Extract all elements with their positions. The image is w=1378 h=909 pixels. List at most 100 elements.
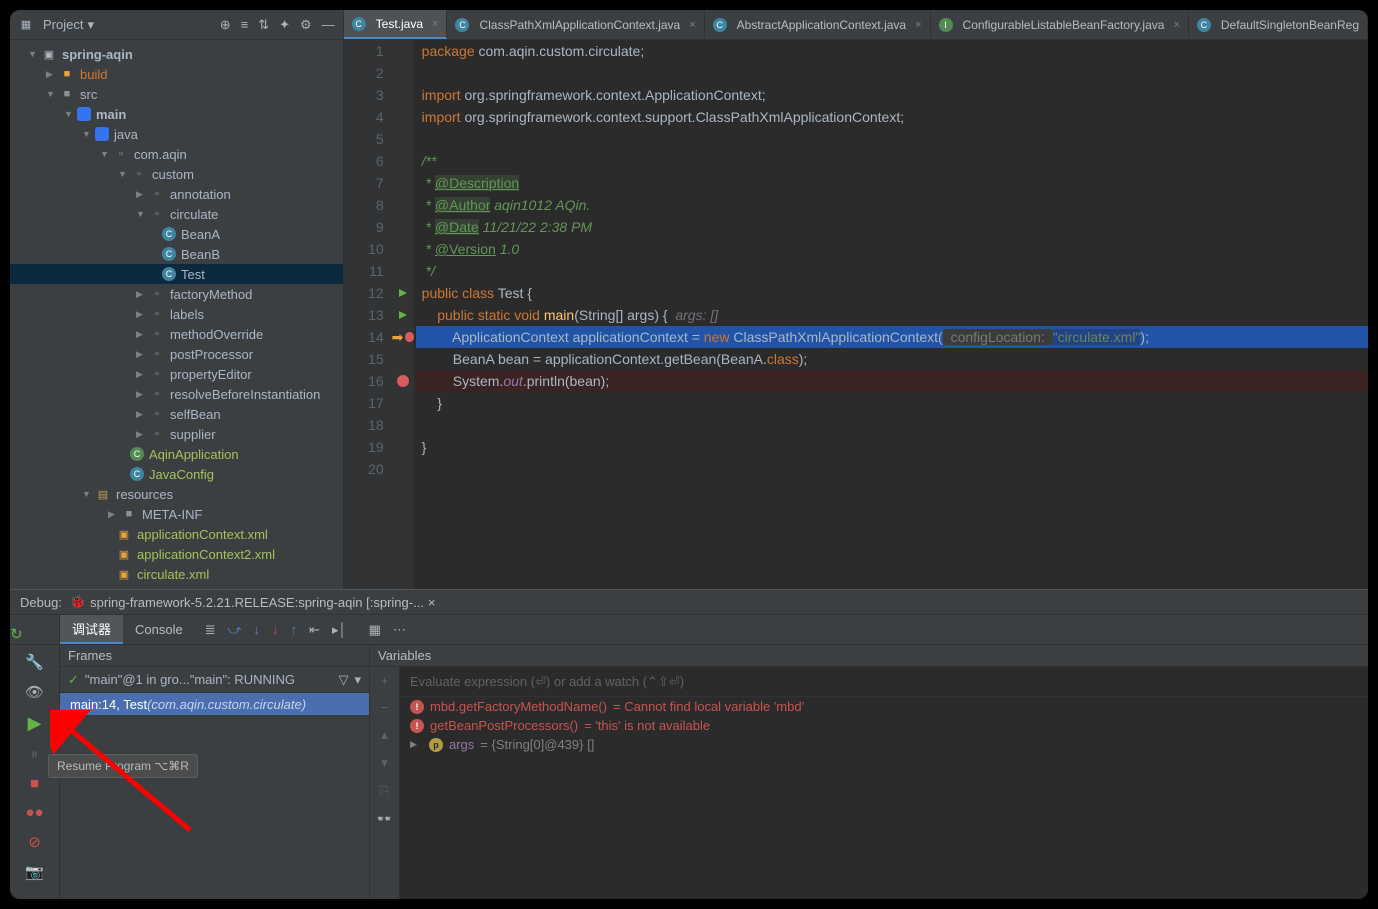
run-gutter-icon[interactable] (392, 304, 414, 326)
tab[interactable]: CClassPathXmlApplicationContext.java× (447, 10, 704, 39)
package-icon: ▫ (113, 146, 129, 162)
copy-icon[interactable]: ⎘ (379, 783, 389, 799)
tree-metainf[interactable]: ▶■META-INF (10, 504, 343, 524)
remove-watch-icon[interactable]: − (381, 700, 389, 715)
close-icon[interactable]: × (689, 19, 695, 31)
down-icon[interactable]: ▾ (381, 755, 388, 771)
collapse-icon[interactable]: — (322, 17, 335, 33)
folder-icon: ■ (121, 506, 137, 522)
class-icon: C (713, 18, 727, 32)
tree-build[interactable]: ▶■build (10, 64, 343, 84)
dropdown-icon[interactable]: ▾ (354, 672, 361, 688)
line-gutter: 1234567891011121314151617181920 (344, 40, 392, 589)
tree-item[interactable]: ▶▫methodOverride (10, 324, 343, 344)
close-icon[interactable]: × (915, 19, 921, 31)
stack-frame[interactable]: main:14, Test (com.aqin.custom.circulate… (60, 693, 369, 715)
close-icon[interactable]: × (428, 595, 436, 610)
editor-tabs: CTest.java× CClassPathXmlApplicationCont… (344, 10, 1368, 40)
run-config[interactable]: 🐞spring-framework-5.2.21.RELEASE:spring-… (70, 594, 436, 610)
sort-icon[interactable]: ≡ (241, 17, 249, 33)
close-icon[interactable]: × (432, 18, 438, 30)
mute-breakpoints-icon[interactable]: ⊘ (28, 833, 41, 851)
evaluate-input[interactable]: Evaluate expression (⏎) or add a watch (… (400, 667, 1368, 697)
force-step-icon[interactable]: ↓ (272, 622, 279, 638)
tree-item[interactable]: ▶▫supplier (10, 424, 343, 444)
package-icon: ▫ (131, 166, 147, 182)
rerun-icon[interactable]: ↻ (10, 625, 23, 643)
tree-item[interactable]: ▶▫labels (10, 304, 343, 324)
star-icon[interactable]: ✦ (279, 17, 290, 33)
tree-item[interactable]: ▶▫factoryMethod (10, 284, 343, 304)
more-icon[interactable]: ⋯ (393, 622, 406, 638)
add-watch-icon[interactable]: + (381, 673, 389, 688)
gear-icon[interactable]: ⚙ (300, 17, 312, 33)
close-icon[interactable]: × (1173, 19, 1179, 31)
class-icon: C (130, 447, 144, 461)
target-icon[interactable]: ⊕ (220, 17, 231, 33)
step-over-icon[interactable]: ⤻ (228, 622, 242, 638)
tree-main[interactable]: ▼main (10, 104, 343, 124)
step-out-icon[interactable]: ↑ (291, 622, 298, 638)
camera-icon[interactable]: 📷 (25, 863, 44, 881)
threads-icon[interactable]: ≣ (205, 622, 216, 638)
tree-item[interactable]: ▶▫selfBean (10, 404, 343, 424)
view-icon[interactable]: 👁 (25, 683, 44, 701)
tree-beanA[interactable]: CBeanA (10, 224, 343, 244)
tree-java[interactable]: ▼java (10, 124, 343, 144)
tree-xml[interactable]: ▣applicationContext2.xml (10, 544, 343, 564)
variable-row[interactable]: !mbd.getFactoryMethodName() = Cannot fin… (400, 697, 1368, 716)
debug-tab-bar: Debug: 🐞spring-framework-5.2.21.RELEASE:… (10, 590, 1368, 615)
error-badge-icon: ! (410, 700, 424, 714)
tab-console[interactable]: Console (123, 615, 195, 644)
breakpoint-icon[interactable] (392, 370, 414, 392)
tree-xml[interactable]: ▣circulate.xml (10, 564, 343, 584)
drop-frame-icon[interactable]: ⇤ (309, 622, 320, 638)
tree-resources[interactable]: ▼▤resources (10, 484, 343, 504)
glasses-icon[interactable]: 👓 (376, 811, 392, 827)
thread-selector[interactable]: ✓ "main"@1 in gro..."main": RUNNING ▽ ▾ (60, 667, 369, 693)
tree-circulate[interactable]: ▼▫circulate (10, 204, 343, 224)
run-to-cursor-icon[interactable]: ▸│ (332, 622, 347, 638)
variable-row[interactable]: ▶pargs = {String[0]@439} [] (400, 735, 1368, 754)
tree-javaConfig[interactable]: CJavaConfig (10, 464, 343, 484)
pause-icon[interactable]: ⏸ (31, 746, 39, 763)
tree-pkg[interactable]: ▼▫com.aqin (10, 144, 343, 164)
tab[interactable]: IConfigurableListableBeanFactory.java× (931, 10, 1189, 39)
tree-root[interactable]: ▼▣spring-aqin (10, 44, 343, 64)
tree-aqinApp[interactable]: CAqinApplication (10, 444, 343, 464)
tab[interactable]: CDefaultSingletonBeanReg (1189, 10, 1368, 39)
tree-item[interactable]: ▶▫propertyEditor (10, 364, 343, 384)
xml-icon: ▣ (116, 526, 132, 542)
tree-xml[interactable]: ▣applicationContext.xml (10, 524, 343, 544)
resume-button[interactable]: ▶ (28, 713, 42, 734)
tab-debugger[interactable]: 调试器 (60, 615, 123, 644)
step-into-icon[interactable]: ↓ (254, 622, 261, 638)
evaluate-icon[interactable]: ▦ (369, 622, 381, 638)
code-content[interactable]: package package com.aqin.custom.circulat… (414, 40, 1368, 589)
tab[interactable]: CAbstractApplicationContext.java× (705, 10, 931, 39)
tree-custom[interactable]: ▼▫custom (10, 164, 343, 184)
tree-annotation[interactable]: ▶▫annotation (10, 184, 343, 204)
tab-test[interactable]: CTest.java× (344, 10, 448, 39)
stop-icon[interactable]: ■ (30, 775, 39, 792)
package-icon: ▫ (149, 186, 165, 202)
class-icon: C (162, 227, 176, 241)
tree-item[interactable]: ▶▫postProcessor (10, 344, 343, 364)
src-folder-icon (95, 127, 109, 141)
package-icon: ▫ (149, 346, 165, 362)
filter-icon[interactable]: ⇅ (258, 17, 269, 33)
settings-icon[interactable]: 🔧 (25, 653, 44, 671)
variable-row[interactable]: !getBeanPostProcessors() = 'this' is not… (400, 716, 1368, 735)
resources-icon: ▤ (95, 486, 111, 502)
tree-test[interactable]: CTest (10, 264, 343, 284)
code-editor[interactable]: 1234567891011121314151617181920 ➡ packag… (344, 40, 1368, 589)
breakpoints-icon[interactable]: ●● (25, 804, 43, 821)
up-icon[interactable]: ▴ (381, 727, 388, 743)
execution-point-icon[interactable]: ➡ (392, 326, 414, 348)
run-gutter-icon[interactable] (392, 282, 414, 304)
package-icon: ▫ (149, 406, 165, 422)
tree-beanB[interactable]: CBeanB (10, 244, 343, 264)
tree-item[interactable]: ▶▫resolveBeforeInstantiation (10, 384, 343, 404)
tree-src[interactable]: ▼■src (10, 84, 343, 104)
filter-icon[interactable]: ▽ (338, 672, 348, 688)
